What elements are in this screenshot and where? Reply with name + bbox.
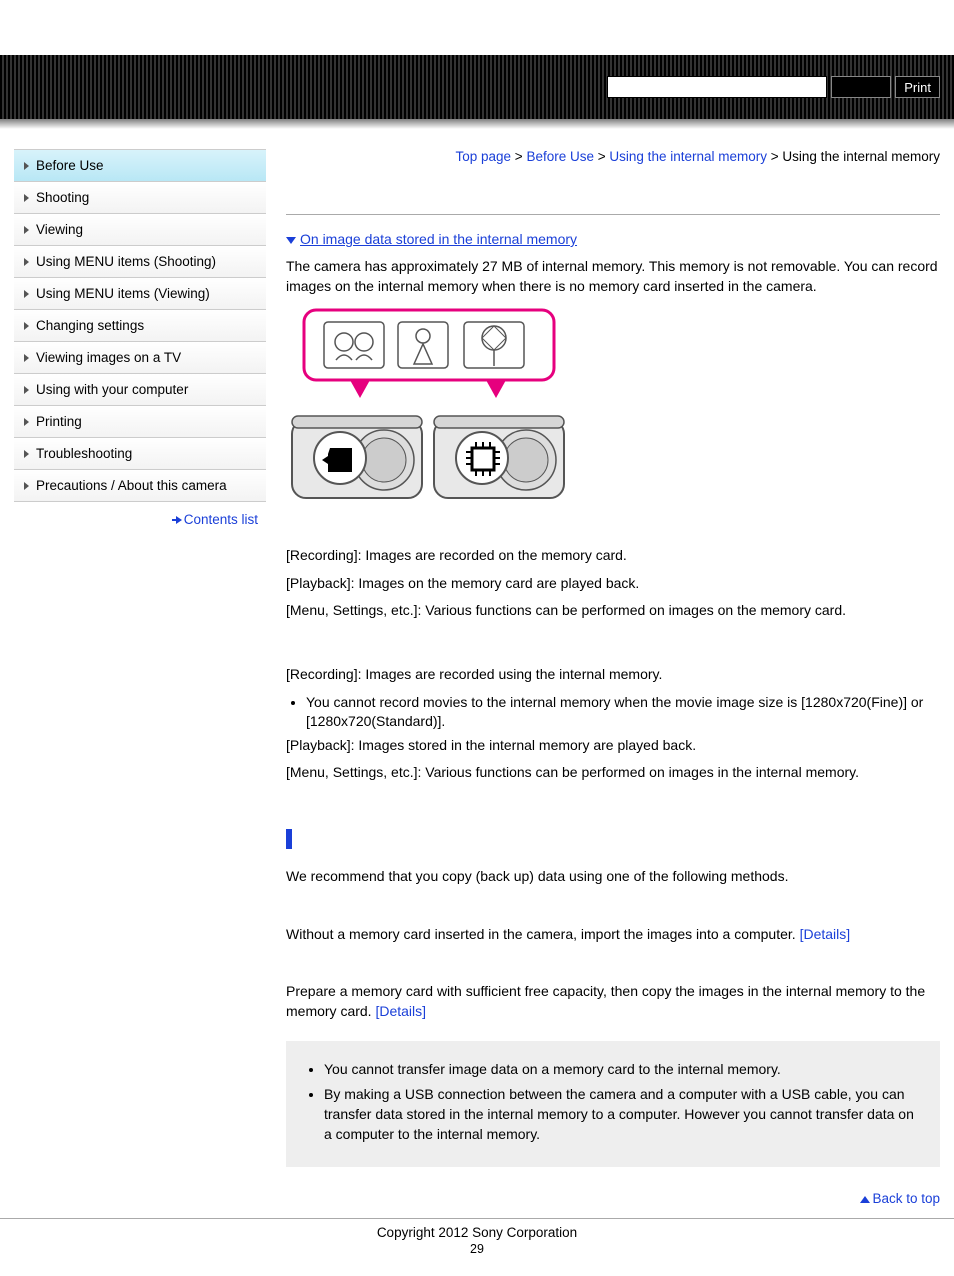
block-a-recording: [Recording]: Images are recorded on the … xyxy=(286,546,940,566)
block-b-bullets: You cannot record movies to the internal… xyxy=(306,693,940,732)
back-to-top-link[interactable]: Back to top xyxy=(872,1191,940,1206)
sidebar-item-viewing[interactable]: Viewing xyxy=(14,214,266,246)
breadcrumb-current: Using the internal memory xyxy=(782,149,940,164)
notes-box: You cannot transfer image data on a memo… xyxy=(286,1041,940,1166)
page-number: 29 xyxy=(0,1242,954,1276)
breadcrumb-sep: > xyxy=(598,149,606,164)
sidebar-item-label: Troubleshooting xyxy=(36,446,132,461)
toc-anchor-row: On image data stored in the internal mem… xyxy=(286,231,940,247)
sidebar-item-menu-shooting[interactable]: Using MENU items (Shooting) xyxy=(14,246,266,278)
sidebar-item-troubleshooting[interactable]: Troubleshooting xyxy=(14,438,266,470)
triangle-up-icon xyxy=(860,1196,870,1203)
anchor-link-internal-memory[interactable]: On image data stored in the internal mem… xyxy=(300,231,577,247)
sidebar-item-before-use[interactable]: Before Use xyxy=(14,150,266,182)
breadcrumb-sep: > xyxy=(771,149,779,164)
contents-list-row: Contents list xyxy=(14,502,266,527)
sidebar-item-label: Viewing images on a TV xyxy=(36,350,181,365)
sidebar-item-menu-viewing[interactable]: Using MENU items (Viewing) xyxy=(14,278,266,310)
back-to-top-row: Back to top xyxy=(286,1191,940,1206)
sidebar-item-printing[interactable]: Printing xyxy=(14,406,266,438)
sidebar-nav: Before Use Shooting Viewing Using MENU i… xyxy=(14,149,266,502)
sidebar-item-label: Printing xyxy=(36,414,82,429)
copyright-text: Copyright 2012 Sony Corporation xyxy=(0,1219,954,1242)
sidebar-item-label: Using MENU items (Viewing) xyxy=(36,286,210,301)
method1-paragraph: Without a memory card inserted in the ca… xyxy=(286,925,940,945)
list-item: By making a USB connection between the c… xyxy=(324,1084,920,1145)
sidebar: Before Use Shooting Viewing Using MENU i… xyxy=(14,149,266,527)
details-link[interactable]: [Details] xyxy=(375,1003,426,1019)
block-b-menu: [Menu, Settings, etc.]: Various function… xyxy=(286,763,940,783)
details-link[interactable]: [Details] xyxy=(800,926,851,942)
title-rule xyxy=(286,214,940,215)
sidebar-item-computer[interactable]: Using with your computer xyxy=(14,374,266,406)
list-item: You cannot record movies to the internal… xyxy=(306,693,940,732)
sidebar-item-label: Shooting xyxy=(36,190,89,205)
block-a-menu: [Menu, Settings, etc.]: Various function… xyxy=(286,601,940,621)
breadcrumb-sep: > xyxy=(515,149,523,164)
breadcrumb-link[interactable]: Top page xyxy=(455,149,511,164)
sidebar-item-label: Using MENU items (Shooting) xyxy=(36,254,216,269)
search-input[interactable] xyxy=(607,76,827,98)
sidebar-item-label: Changing settings xyxy=(36,318,144,333)
header-bar: Print xyxy=(0,55,954,119)
sidebar-item-shooting[interactable]: Shooting xyxy=(14,182,266,214)
list-item: You cannot transfer image data on a memo… xyxy=(324,1059,920,1079)
main-content: Top page > Before Use > Using the intern… xyxy=(266,149,940,1208)
recommend-paragraph: We recommend that you copy (back up) dat… xyxy=(286,867,940,887)
breadcrumb-link[interactable]: Before Use xyxy=(526,149,594,164)
sidebar-item-label: Viewing xyxy=(36,222,83,237)
intro-paragraph: The camera has approximately 27 MB of in… xyxy=(286,257,940,296)
camera-illustration xyxy=(286,308,940,518)
sidebar-item-viewing-tv[interactable]: Viewing images on a TV xyxy=(14,342,266,374)
triangle-down-icon xyxy=(286,237,296,244)
method2-paragraph: Prepare a memory card with sufficient fr… xyxy=(286,982,940,1021)
search-button[interactable] xyxy=(831,76,891,98)
print-button[interactable]: Print xyxy=(895,76,940,98)
sidebar-item-changing-settings[interactable]: Changing settings xyxy=(14,310,266,342)
arrow-right-icon xyxy=(176,516,182,524)
search-group: Print xyxy=(607,76,940,98)
sidebar-item-label: Precautions / About this camera xyxy=(36,478,227,493)
breadcrumb-link[interactable]: Using the internal memory xyxy=(609,149,767,164)
block-a-playback: [Playback]: Images on the memory card ar… xyxy=(286,574,940,594)
sidebar-item-label: Before Use xyxy=(36,158,104,173)
block-b-playback: [Playback]: Images stored in the interna… xyxy=(286,736,940,756)
sidebar-item-precautions[interactable]: Precautions / About this camera xyxy=(14,470,266,502)
method1-text: Without a memory card inserted in the ca… xyxy=(286,926,800,942)
contents-list-link[interactable]: Contents list xyxy=(184,512,258,527)
sidebar-item-label: Using with your computer xyxy=(36,382,188,397)
breadcrumb: Top page > Before Use > Using the intern… xyxy=(286,149,940,164)
section-marker-icon xyxy=(286,829,292,849)
block-b-recording: [Recording]: Images are recorded using t… xyxy=(286,665,940,685)
